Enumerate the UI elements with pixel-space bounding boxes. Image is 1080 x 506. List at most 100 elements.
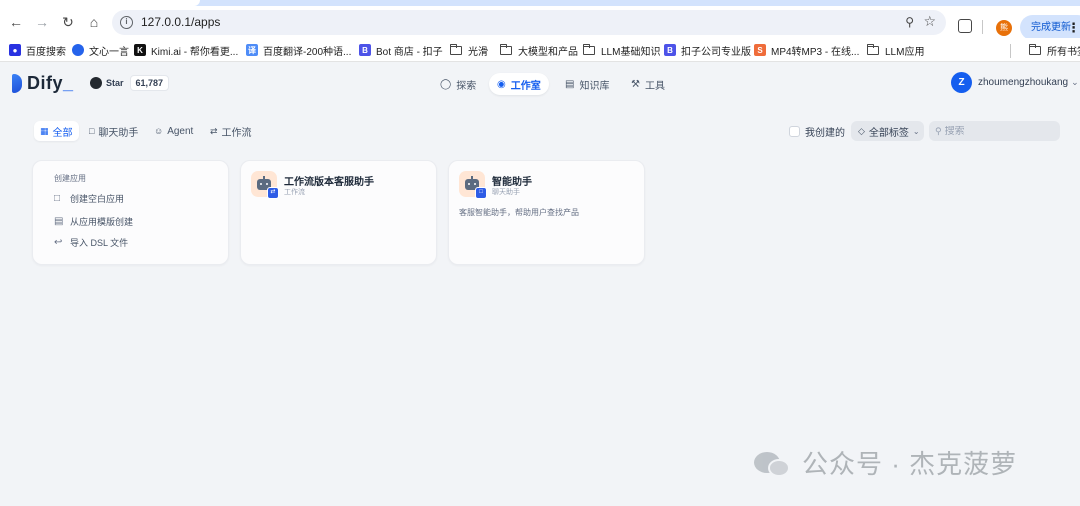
convert-icon: S [754,44,766,56]
bookmark-label: Kimi.ai - 帮你看更... [151,46,239,58]
bookmark-folder[interactable]: LLM基础知识 [583,42,660,58]
folder-icon [500,43,512,55]
bookmark-label: LLM基础知识 [601,46,661,58]
folder-icon [867,43,879,55]
github-star-label: Star [106,78,124,88]
wechat-icon [754,448,794,478]
toolbar-divider [982,20,983,34]
bookmarks-divider [1010,44,1011,58]
github-star-widget[interactable]: Star 61,787 [90,74,170,92]
explore-icon: ◯ [440,78,452,90]
studio-icon: ◉ [497,78,506,90]
watermark-text: 公众号 · 杰克菠萝 [802,449,1018,479]
nav-label: 探索 [456,80,477,92]
logo-mark-icon [12,74,22,93]
bookmark-item[interactable]: K Kimi.ai - 帮你看更... [134,42,238,58]
knowledge-icon: ▤ [565,78,575,90]
bookmark-label: 文心一言 [89,46,129,58]
baidu-icon: ● [9,44,21,56]
bookmark-item[interactable]: 译百度翻译-200种语... [246,42,351,58]
grid-icon: ▦ [40,125,49,136]
user-name: zhoumengzhoukang [978,77,1069,88]
folder-icon [1029,43,1041,55]
bookmark-label: Bot 商店 - 扣子 [376,46,443,58]
filter-tab-label: 工作流 [221,127,252,139]
search-icon: ⚲ [935,125,942,136]
update-label: 完成更新 [1031,22,1071,33]
bookmark-label: LLM应用 [885,46,925,58]
checkbox[interactable] [789,126,800,137]
filter-tab-label: Agent [167,125,194,137]
chevron-down-icon: ⌄ [912,126,920,136]
kimi-icon: K [134,44,146,56]
profile-avatar[interactable]: 熊 [996,20,1012,36]
forward-icon[interactable]: → [32,12,52,32]
coze-icon: B [359,44,371,56]
app-card[interactable]: ⇄ 工作流版本客服助手 工作流 [240,160,437,265]
bookmark-item[interactable]: S MP4转MP3 - 在线... [754,42,859,58]
nav-label: 工具 [644,80,665,92]
all-bookmarks[interactable]: 所有书签 [1029,42,1080,58]
agent-icon: ☺ [154,126,164,136]
more-menu-icon[interactable]: ⋮ [1067,15,1080,40]
bookmark-folder[interactable]: LLM应用 [867,42,924,58]
zoom-icon[interactable]: ⚲ [905,15,914,29]
bookmark-folder[interactable]: 光滑 [450,42,488,58]
chat-badge-icon: □ [475,187,487,199]
nav-knowledge[interactable]: ▤ 知识库 [557,73,617,95]
bookmark-star-icon[interactable]: ☆ [923,13,936,30]
bookmark-item[interactable]: ● 百度搜索 [9,42,66,58]
wenxin-icon [72,44,84,56]
nav-tools[interactable]: ⚒ 工具 [623,73,673,95]
app-type: 工作流 [284,189,305,196]
bookmark-label: MP4转MP3 - 在线... [771,46,860,58]
filter-tab-workflow[interactable]: ⇄ 工作流 [204,121,258,141]
home-icon[interactable]: ⌂ [84,12,104,32]
nav-studio[interactable]: ◉ 工作室 [489,73,549,95]
search-input[interactable] [944,125,1045,137]
tag-filter-select[interactable]: ◇ 全部标签 ⌄ [851,121,924,141]
bookmark-item[interactable]: B 扣子公司专业版 [664,42,751,58]
chevron-down-icon: ⌄ [1071,77,1079,87]
bookmark-label: 大模型和产品 [518,46,578,58]
create-from-template[interactable]: ▤ 从应用模版创建 [54,215,133,228]
bookmarks-bar: ● 百度搜索 文心一言 K Kimi.ai - 帮你看更... 译百度翻译-200种… [0,38,1080,62]
url-text[interactable]: 127.0.0.1/apps [141,15,220,29]
filter-tab-chat[interactable]: □ 聊天助手 [83,121,144,141]
filter-tab-all[interactable]: ▦ 全部 [34,121,79,141]
create-item-label: 导入 DSL 文件 [70,238,129,248]
bookmark-label: 百度翻译-200种语... [263,46,352,58]
app-card[interactable]: □ 智能助手 聊天助手 客服智能助手，帮助用户查找产品 [448,160,645,265]
bookmark-item[interactable]: 文心一言 [72,42,129,58]
create-card-title: 创建应用 [54,174,86,183]
filter-tab-label: 全部 [52,127,73,139]
address-bar[interactable]: i 127.0.0.1/apps ⚲ ☆ [112,10,946,35]
dify-logo[interactable]: Dify_ [12,73,74,94]
app-name: 智能助手 [492,177,532,188]
nav-explore[interactable]: ◯ 探索 [432,73,484,95]
bookmark-folder[interactable]: 大模型和产品 [500,42,578,58]
browser-toolbar: ← → ↻ ⌂ i 127.0.0.1/apps ⚲ ☆ 熊 完成更新 ⋮ [0,6,1080,40]
site-info-icon[interactable]: i [120,16,133,29]
tag-filter-label: 全部标签 [868,127,909,139]
github-star-count: 61,787 [129,75,170,91]
workflow-badge-icon: ⇄ [267,187,279,199]
bookmark-item[interactable]: B Bot 商店 - 扣子 [359,42,443,58]
update-button[interactable]: 完成更新 ⋮ [1020,15,1080,40]
baidu-translate-icon: 译 [246,44,258,56]
chat-icon: □ [89,126,95,136]
search-box[interactable]: ⚲ [929,121,1060,141]
extensions-icon[interactable] [958,19,972,33]
import-icon: ↩ [54,237,63,248]
filter-tab-agent[interactable]: ☺ Agent [148,121,199,141]
back-icon[interactable]: ← [6,12,26,32]
created-by-me-checkbox[interactable]: 我创建的 [789,124,845,139]
filter-tab-label: 聊天助手 [98,127,139,139]
import-dsl-file[interactable]: ↩ 导入 DSL 文件 [54,236,128,249]
create-item-label: 从应用模版创建 [70,217,134,227]
create-blank-app[interactable]: □ 创建空白应用 [54,192,124,205]
reload-icon[interactable]: ↻ [58,12,78,32]
user-menu[interactable]: Z zhoumengzhoukang ⌄ [951,72,1079,93]
bookmark-label: 光滑 [468,46,488,58]
app-header: Dify_ Star 61,787 ◯ 探索 ◉ 工作室 ▤ 知识库 ⚒ 工具 Z zh… [0,62,1080,106]
